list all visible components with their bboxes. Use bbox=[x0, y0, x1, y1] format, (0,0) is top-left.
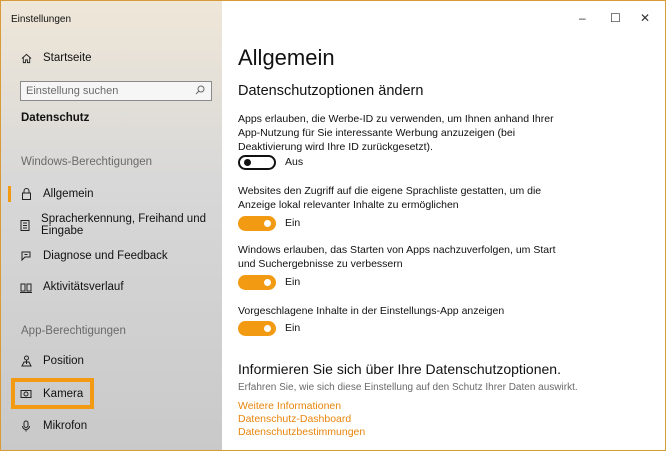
app-title: Einstellungen bbox=[11, 14, 72, 25]
toggle-state-label: Ein bbox=[285, 322, 301, 334]
sidebar-item-label: Diagnose und Feedback bbox=[43, 250, 168, 262]
section-app-permissions: App-Berechtigungen bbox=[21, 325, 126, 337]
sidebar: Einstellungen Startseite Einstellung suc… bbox=[1, 1, 222, 450]
microphone-icon bbox=[19, 420, 33, 432]
info-text: Erfahren Sie, wie sich diese Einstellung… bbox=[238, 382, 578, 393]
page-title: Allgemein bbox=[238, 45, 335, 70]
sidebar-item-spracherkennung[interactable]: Spracherkennung, Freihand und Eingabe bbox=[1, 211, 222, 239]
sidebar-item-position[interactable]: Position bbox=[1, 347, 222, 375]
toggle-knob bbox=[264, 220, 271, 227]
home-icon bbox=[19, 53, 33, 64]
link-weitere-informationen[interactable]: Weitere Informationen bbox=[238, 400, 341, 412]
sidebar-item-home[interactable]: Startseite bbox=[1, 44, 222, 72]
link-datenschutz-dashboard[interactable]: Datenschutz-Dashboard bbox=[238, 413, 351, 425]
sidebar-item-label: Position bbox=[43, 355, 84, 367]
sidebar-item-mikrofon[interactable]: Mikrofon bbox=[1, 412, 222, 440]
link-datenschutzbestimmungen[interactable]: Datenschutzbestimmungen bbox=[238, 426, 365, 438]
search-input[interactable]: Einstellung suchen bbox=[20, 81, 212, 101]
sidebar-item-label: Aktivitätsverlauf bbox=[43, 281, 124, 293]
lock-icon bbox=[19, 188, 33, 200]
setting-description: Vorgeschlagene Inhalte in der Einstellun… bbox=[238, 305, 505, 317]
sidebar-item-allgemein[interactable]: Allgemein bbox=[1, 180, 222, 208]
toggle-suggested-content[interactable] bbox=[238, 321, 276, 336]
section-windows-permissions: Windows-Berechtigungen bbox=[21, 156, 153, 168]
toggle-language-list[interactable] bbox=[238, 216, 276, 231]
search-icon bbox=[195, 85, 205, 98]
sidebar-item-label: Startseite bbox=[43, 52, 92, 64]
section-title: Datenschutzoptionen ändern bbox=[238, 83, 424, 99]
sidebar-item-label: Mikrofon bbox=[43, 420, 88, 432]
settings-window: Einstellungen Startseite Einstellung suc… bbox=[0, 0, 666, 451]
setting-description: Websites den Zugriff auf die eigene Spra… bbox=[238, 185, 542, 211]
location-icon bbox=[19, 355, 33, 367]
sidebar-item-aktivitaetsverlauf[interactable]: Aktivitätsverlauf bbox=[1, 273, 222, 301]
maximize-button[interactable]: ☐ bbox=[610, 11, 621, 25]
notepad-icon bbox=[19, 219, 31, 231]
feedback-icon bbox=[19, 250, 33, 262]
toggle-state-label: Aus bbox=[285, 156, 304, 168]
content-pane: – ☐ ✕ Allgemein Datenschutzoptionen ände… bbox=[223, 1, 665, 450]
toggle-advertising-id[interactable] bbox=[238, 155, 276, 170]
sidebar-item-label: Spracherkennung, Freihand und Eingabe bbox=[41, 213, 206, 237]
info-title: Informieren Sie sich über Ihre Datenschu… bbox=[238, 361, 561, 377]
minimize-button[interactable]: – bbox=[579, 11, 586, 25]
category-title: Datenschutz bbox=[21, 112, 90, 124]
toggle-knob bbox=[244, 159, 251, 166]
timeline-icon bbox=[19, 282, 33, 293]
sidebar-item-label: Allgemein bbox=[43, 188, 94, 200]
toggle-state-label: Ein bbox=[285, 217, 301, 229]
setting-description: Apps erlauben, die Werbe-ID zu verwenden… bbox=[238, 113, 554, 153]
sidebar-item-diagnose[interactable]: Diagnose und Feedback bbox=[1, 242, 222, 270]
search-placeholder: Einstellung suchen bbox=[26, 85, 119, 97]
toggle-knob bbox=[264, 325, 271, 332]
toggle-knob bbox=[264, 279, 271, 286]
toggle-state-label: Ein bbox=[285, 276, 301, 288]
toggle-app-launch-tracking[interactable] bbox=[238, 275, 276, 290]
setting-description: Windows erlauben, das Starten von Apps n… bbox=[238, 244, 556, 270]
close-button[interactable]: ✕ bbox=[640, 11, 650, 25]
highlight-frame bbox=[11, 378, 94, 409]
